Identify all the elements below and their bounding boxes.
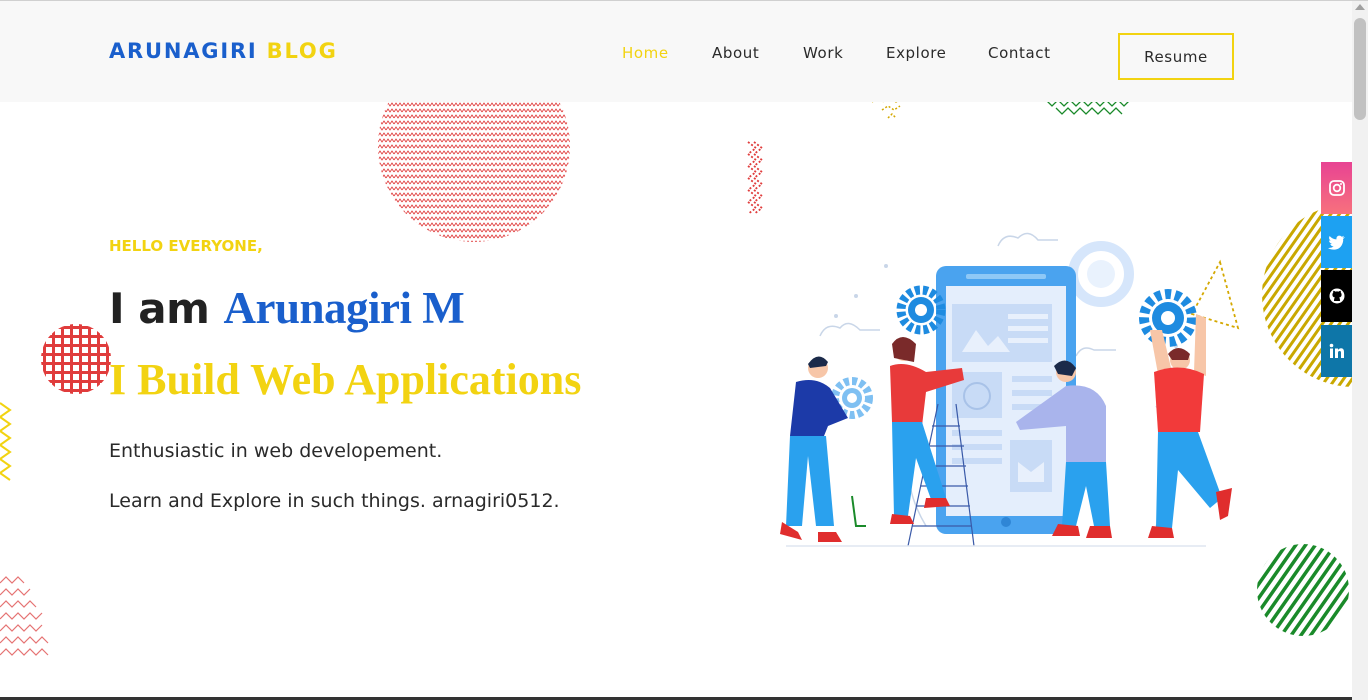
hero-heading: I am Arunagiri M (109, 282, 465, 334)
brand-logo[interactable]: ARUNAGIRI BLOG (109, 39, 338, 63)
nav-explore[interactable]: Explore (886, 44, 947, 62)
hero-description-2: Learn and Explore in such things. arnagi… (109, 490, 560, 512)
scrollbar-thumb[interactable] (1354, 18, 1366, 120)
instagram-icon (1328, 180, 1345, 196)
decor-green-stripe-circle (1257, 544, 1349, 636)
nav-contact[interactable]: Contact (988, 44, 1051, 62)
site-header: ARUNAGIRI BLOG Home About Work Explore C… (0, 1, 1352, 102)
decor-red-vertical-zigzag (746, 141, 764, 215)
hero-illustration (780, 232, 1232, 547)
linkedin-icon (1329, 343, 1344, 358)
resume-button[interactable]: Resume (1118, 33, 1234, 80)
github-icon (1329, 288, 1344, 304)
nav-work[interactable]: Work (803, 44, 843, 62)
nav-home[interactable]: Home (622, 44, 669, 62)
twitter-link[interactable] (1321, 216, 1352, 268)
hero-iam: I am (109, 284, 210, 333)
decor-red-cross-circle (41, 324, 111, 394)
brand-suffix: BLOG (266, 39, 338, 63)
decor-red-zigzag-bottom-left (0, 576, 49, 656)
hero-tagline: I Build Web Applications (109, 355, 582, 404)
hero-greeting: HELLO EVERYONE, (109, 237, 263, 255)
hero-name: Arunagiri M (223, 283, 465, 333)
person-figure (1148, 314, 1232, 538)
nav-about[interactable]: About (712, 44, 759, 62)
decor-yellow-left-edge (0, 402, 12, 481)
brand-name: ARUNAGIRI (109, 39, 258, 63)
twitter-icon (1327, 235, 1345, 250)
gear-icon (896, 285, 946, 335)
github-link[interactable] (1321, 270, 1352, 322)
instagram-link[interactable] (1321, 162, 1352, 214)
hero-description-1: Enthusiastic in web developement. (109, 440, 443, 462)
linkedin-link[interactable] (1321, 325, 1352, 377)
scroll-up-arrow-icon[interactable] (1355, 4, 1365, 10)
